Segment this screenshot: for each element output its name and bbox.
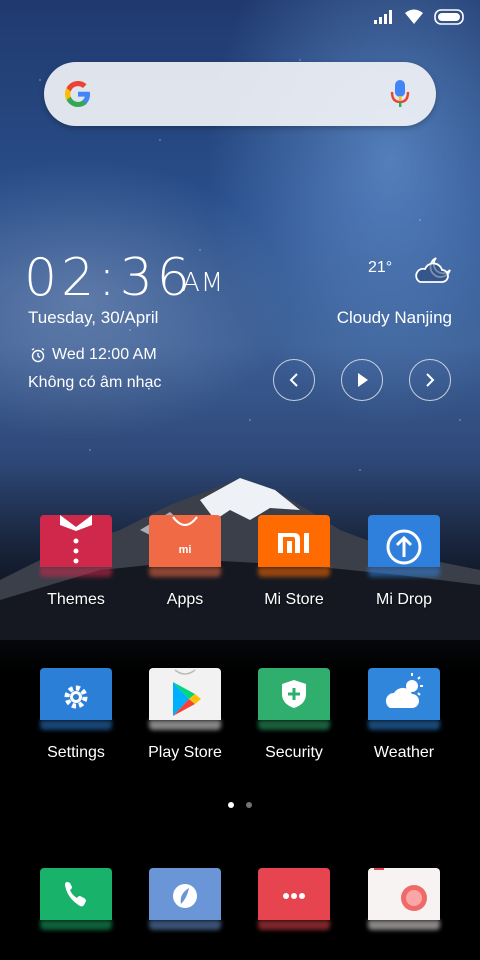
dock-phone[interactable]: [26, 868, 126, 920]
chevron-left-icon: [289, 373, 298, 387]
play-button[interactable]: [341, 359, 383, 401]
upload-circle-icon: [368, 515, 440, 567]
app-label: Mi Store: [264, 591, 324, 608]
page-indicator: [0, 802, 480, 808]
clock-time[interactable]: 02:36: [24, 248, 194, 308]
app-label: Settings: [47, 744, 105, 761]
app-settings[interactable]: Settings: [26, 668, 126, 762]
gear-icon: [40, 668, 112, 720]
battery-icon: [434, 9, 464, 25]
app-label: Apps: [166, 591, 204, 608]
clock-date: Tuesday, 30/April: [28, 308, 159, 327]
google-search-bar[interactable]: [44, 62, 436, 126]
app-label: Play Store: [148, 744, 222, 761]
dock-camera[interactable]: [354, 864, 454, 920]
app-label: Themes: [47, 591, 105, 608]
weather-temperature[interactable]: 21°: [368, 259, 392, 277]
app-themes[interactable]: Themes: [26, 515, 126, 609]
app-apps[interactable]: mi Apps: [135, 515, 235, 609]
app-security[interactable]: Security: [244, 668, 344, 762]
app-mi-store[interactable]: Mi Store: [244, 515, 344, 609]
browser-icon: [149, 868, 221, 920]
mi-logo-icon: [258, 515, 330, 567]
clock-ampm: AM: [182, 268, 225, 298]
next-track-button[interactable]: [409, 359, 451, 401]
dock-browser[interactable]: [135, 868, 235, 920]
wifi-icon: [405, 9, 423, 24]
music-status: Không có âm nhạc: [28, 374, 162, 391]
app-weather[interactable]: Weather: [354, 668, 454, 762]
page-dot-active[interactable]: [228, 802, 234, 808]
app-label: Security: [265, 744, 323, 761]
camera-icon: [368, 864, 440, 920]
shopping-bag-icon: mi: [149, 515, 221, 567]
dock-messaging[interactable]: [244, 868, 344, 920]
google-logo-icon: [65, 81, 90, 107]
app-play-store[interactable]: Play Store: [135, 668, 235, 762]
play-store-icon: [149, 668, 221, 720]
app-mi-drop[interactable]: Mi Drop: [354, 515, 454, 609]
page-dot[interactable]: [246, 802, 252, 808]
app-label: Mi Drop: [375, 591, 432, 608]
previous-track-button[interactable]: [273, 359, 315, 401]
status-bar: [0, 0, 480, 34]
alarm-label: Wed 12:00 AM: [52, 346, 157, 363]
weather-city: Cloudy Nanjing: [336, 308, 452, 327]
play-icon: [358, 373, 368, 387]
chat-bubble-icon: [258, 868, 330, 920]
chevron-right-icon: [426, 373, 435, 387]
phone-icon: [40, 868, 112, 920]
cloud-moon-icon[interactable]: [410, 252, 454, 286]
shield-icon: [258, 668, 330, 720]
app-label: Weather: [373, 744, 435, 761]
svg-text:mi: mi: [179, 544, 192, 556]
alarm-row[interactable]: Wed 12:00 AM: [30, 346, 157, 364]
alarm-clock-icon: [31, 347, 45, 363]
signal-icon: [374, 10, 392, 24]
microphone-icon[interactable]: [388, 78, 412, 110]
themes-icon: [40, 515, 112, 567]
sun-cloud-icon: [368, 668, 440, 720]
